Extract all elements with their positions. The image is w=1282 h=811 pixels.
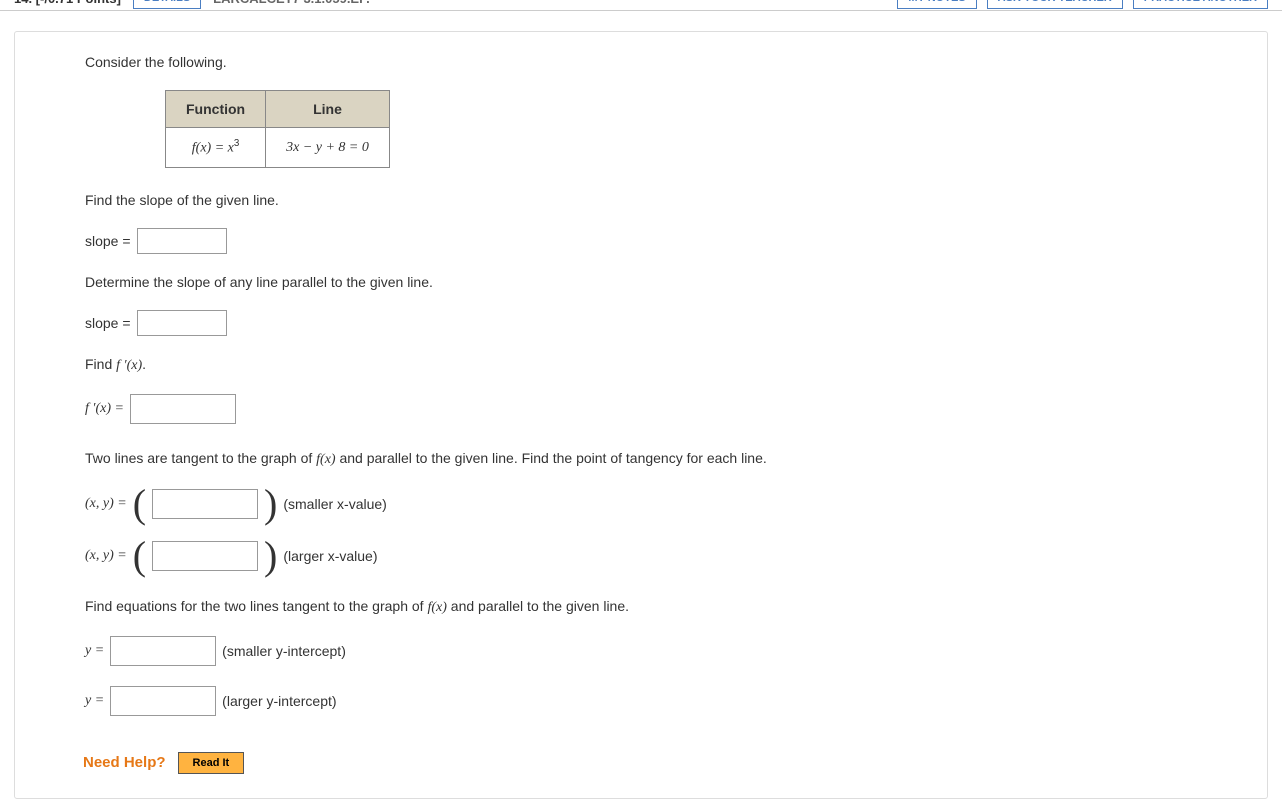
q4-text: Two lines are tangent to the graph of f(… — [85, 450, 1197, 468]
points-label: 14. [-/0.71 Points] — [14, 0, 121, 6]
q5-text: Find equations for the two lines tangent… — [85, 598, 1197, 616]
smaller-yi-label: (smaller y-intercept) — [222, 643, 346, 659]
ask-teacher-button[interactable]: ASK YOUR TEACHER — [987, 0, 1123, 9]
line1-row: y = (smaller y-intercept) — [85, 636, 1197, 666]
tangency2-input[interactable] — [152, 541, 258, 571]
smaller-x-label: (smaller x-value) — [283, 496, 386, 512]
q2-text: Determine the slope of any line parallel… — [85, 274, 1197, 290]
source-ref: LARCALCET7 3.1.059.EP. — [213, 0, 370, 6]
lparen-icon: ( — [133, 540, 146, 572]
xy2-label: (x, y) = — [85, 548, 127, 564]
table-header-function: Function — [166, 91, 266, 128]
need-help-label: Need Help? — [83, 754, 166, 771]
function-line-table: Function Line f(x) = x3 3x − y + 8 = 0 — [165, 90, 390, 168]
tangency2-row: (x, y) = ( ) (larger x-value) — [85, 540, 1197, 572]
slope1-input[interactable] — [137, 228, 227, 254]
fprime-input[interactable] — [130, 394, 236, 424]
practice-another-button[interactable]: PRACTICE ANOTHER — [1133, 0, 1268, 9]
larger-yi-label: (larger y-intercept) — [222, 693, 336, 709]
tangency1-row: (x, y) = ( ) (smaller x-value) — [85, 488, 1197, 520]
table-header-line: Line — [266, 91, 390, 128]
table-cell-line: 3x − y + 8 = 0 — [266, 128, 390, 168]
slope1-label: slope = — [85, 233, 131, 249]
slope1-row: slope = — [85, 228, 1197, 254]
intro-text: Consider the following. — [85, 54, 1197, 70]
lparen-icon: ( — [133, 488, 146, 520]
q3-text: Find f ′(x). — [85, 356, 1197, 374]
fprime-row: f ′(x) = — [85, 394, 1197, 424]
rparen-icon: ) — [264, 488, 277, 520]
slope2-input[interactable] — [137, 310, 227, 336]
need-help-row: Need Help? Read It — [83, 752, 1197, 774]
fprime-label: f ′(x) = — [85, 401, 124, 417]
line2-input[interactable] — [110, 686, 216, 716]
details-button[interactable]: DETAILS — [133, 0, 201, 9]
larger-x-label: (larger x-value) — [283, 548, 377, 564]
question-panel: Consider the following. Function Line f(… — [14, 31, 1268, 799]
table-cell-function: f(x) = x3 — [166, 128, 266, 168]
slope2-row: slope = — [85, 310, 1197, 336]
y2-label: y = — [85, 693, 104, 709]
tangency1-input[interactable] — [152, 489, 258, 519]
xy1-label: (x, y) = — [85, 496, 127, 512]
line1-input[interactable] — [110, 636, 216, 666]
my-notes-button[interactable]: MY NOTES — [897, 0, 976, 9]
line2-row: y = (larger y-intercept) — [85, 686, 1197, 716]
q1-text: Find the slope of the given line. — [85, 192, 1197, 208]
read-it-button[interactable]: Read It — [178, 752, 245, 774]
rparen-icon: ) — [264, 540, 277, 572]
slope2-label: slope = — [85, 315, 131, 331]
y1-label: y = — [85, 643, 104, 659]
question-header: 14. [-/0.71 Points] DETAILS LARCALCET7 3… — [0, 0, 1282, 11]
